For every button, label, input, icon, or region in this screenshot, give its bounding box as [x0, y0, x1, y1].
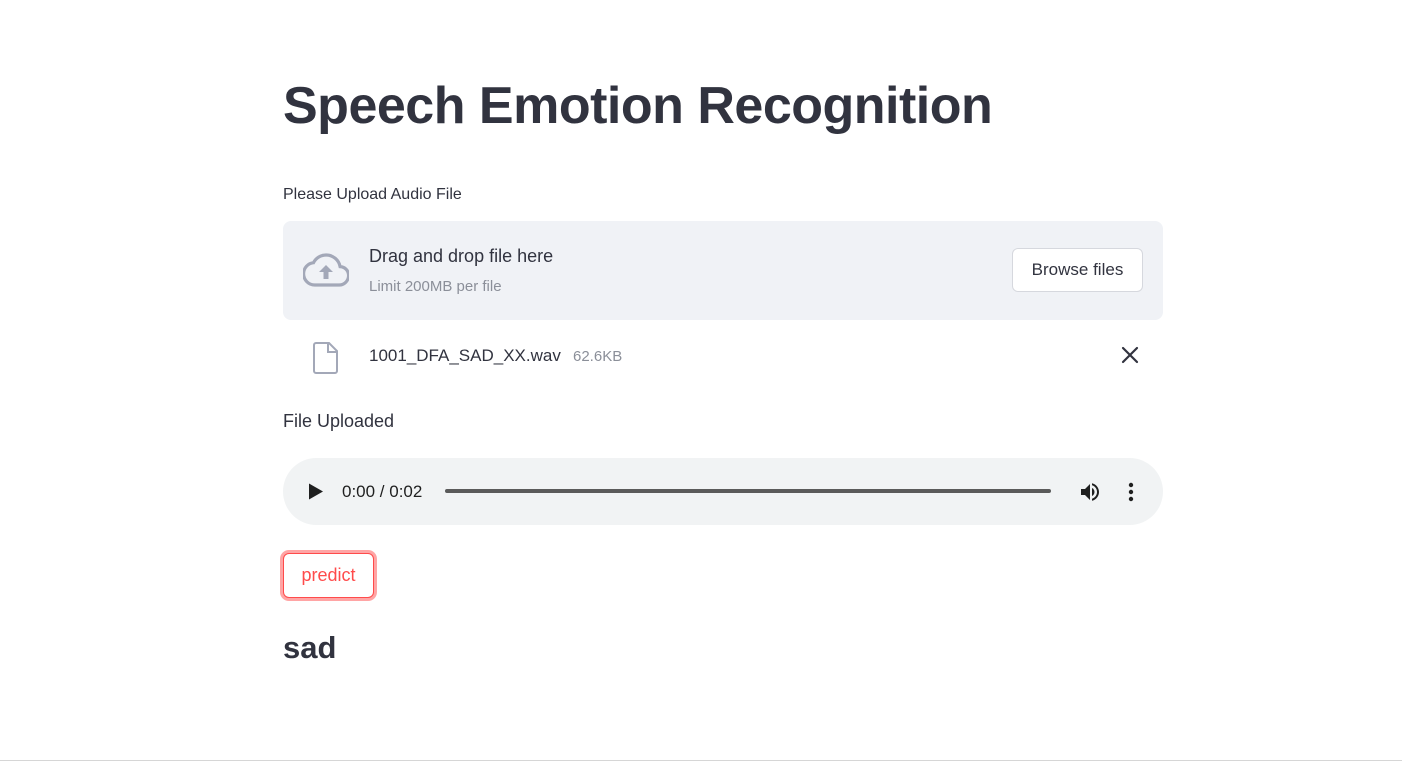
uploader-label: Please Upload Audio File: [283, 186, 462, 203]
uploaded-file-name: 1001_DFA_SAD_XX.wav: [369, 346, 561, 365]
uploaded-file-size: 62.6KB: [573, 348, 623, 365]
page-title: Speech Emotion Recognition: [283, 77, 993, 135]
prediction-result: sad: [283, 630, 337, 665]
audio-player: 0:00 / 0:02: [283, 458, 1163, 525]
browse-files-button[interactable]: Browse files: [1012, 248, 1143, 292]
dropzone-limit: Limit 200MB per file: [369, 278, 502, 295]
audio-time-display: 0:00 / 0:02: [342, 482, 423, 501]
volume-icon[interactable]: [1078, 480, 1102, 504]
app-page: Speech Emotion Recognition Please Upload…: [0, 0, 1402, 765]
play-icon[interactable]: [307, 482, 325, 501]
uploaded-file-item: 1001_DFA_SAD_XX.wav 62.6KB: [283, 336, 1163, 376]
predict-button[interactable]: predict: [283, 553, 374, 598]
bottom-divider: [0, 760, 1402, 761]
cloud-upload-icon: [303, 253, 349, 287]
more-options-icon[interactable]: [1123, 480, 1139, 504]
remove-file-close-icon[interactable]: [1119, 344, 1141, 366]
file-dropzone[interactable]: Drag and drop file here Limit 200MB per …: [283, 221, 1163, 320]
upload-status-text: File Uploaded: [283, 411, 395, 431]
file-icon: [313, 342, 338, 374]
audio-progress-bar[interactable]: [445, 489, 1051, 493]
dropzone-instruction: Drag and drop file here: [369, 246, 554, 266]
